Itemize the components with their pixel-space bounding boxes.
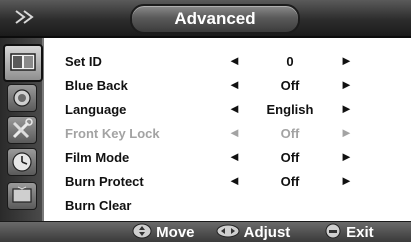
sidebar-item-picture[interactable] bbox=[3, 44, 43, 82]
menu-row-language[interactable]: Language ◄ English ► bbox=[44, 98, 411, 122]
menu-item-value: English bbox=[266, 102, 314, 117]
exit-label: Exit bbox=[346, 224, 374, 241]
menu-item-value: Off bbox=[280, 126, 300, 141]
menu-item-value: 0 bbox=[286, 54, 294, 69]
decrease-arrow-icon[interactable]: ◄ bbox=[228, 149, 241, 164]
decrease-arrow-icon[interactable]: ◄ bbox=[228, 173, 241, 188]
clock-icon bbox=[12, 152, 32, 172]
settings-list: Set ID ◄ 0 ► Blue Back ◄ Off ► Language … bbox=[44, 38, 411, 221]
increase-arrow-icon: ► bbox=[340, 125, 353, 140]
menu-button-icon bbox=[325, 223, 341, 239]
decrease-arrow-icon: ◄ bbox=[228, 125, 241, 140]
menu-row-front-key-lock: Front Key Lock ◄ Off ► bbox=[44, 122, 411, 146]
sidebar-item-timer[interactable] bbox=[7, 148, 37, 176]
tv-screen-icon bbox=[12, 186, 32, 203]
category-sidebar bbox=[0, 38, 44, 221]
increase-arrow-icon[interactable]: ► bbox=[340, 53, 353, 68]
left-right-buttons-icon bbox=[216, 224, 240, 238]
help-bar: Move Adjust Exit bbox=[0, 221, 411, 242]
adjust-label: Adjust bbox=[243, 224, 291, 241]
increase-arrow-icon[interactable]: ► bbox=[340, 101, 353, 116]
title-bar: Advanced bbox=[0, 0, 411, 38]
page-title: Advanced bbox=[130, 4, 300, 34]
menu-row-burn-protect[interactable]: Burn Protect ◄ Off ► bbox=[44, 170, 411, 194]
menu-item-label: Set ID bbox=[65, 54, 102, 69]
picture-icon bbox=[10, 53, 36, 71]
decrease-arrow-icon[interactable]: ◄ bbox=[228, 77, 241, 92]
menu-row-blue-back[interactable]: Blue Back ◄ Off ► bbox=[44, 74, 411, 98]
osd-menu: Advanced Set ID ◄ 0 ► Blue Back ◄ Off ► … bbox=[0, 0, 411, 242]
sound-icon bbox=[13, 89, 31, 107]
menu-item-value: Off bbox=[280, 78, 300, 93]
increase-arrow-icon[interactable]: ► bbox=[340, 77, 353, 92]
increase-arrow-icon[interactable]: ► bbox=[340, 173, 353, 188]
exit-hint: Exit bbox=[324, 223, 374, 242]
decrease-arrow-icon[interactable]: ◄ bbox=[228, 101, 241, 116]
menu-item-label: Burn Protect bbox=[65, 174, 144, 189]
move-hint: Move bbox=[132, 223, 195, 242]
double-chevron-right-icon bbox=[14, 9, 42, 25]
menu-row-film-mode[interactable]: Film Mode ◄ Off ► bbox=[44, 146, 411, 170]
menu-item-label: Burn Clear bbox=[65, 198, 132, 213]
up-down-buttons-icon bbox=[132, 223, 152, 239]
adjust-hint: Adjust bbox=[216, 223, 290, 242]
menu-item-value: Off bbox=[280, 150, 300, 165]
increase-arrow-icon[interactable]: ► bbox=[340, 149, 353, 164]
menu-row-set-id[interactable]: Set ID ◄ 0 ► bbox=[44, 50, 411, 74]
menu-item-label: Language bbox=[65, 102, 127, 117]
decrease-arrow-icon[interactable]: ◄ bbox=[228, 53, 241, 68]
sidebar-item-screen[interactable] bbox=[7, 182, 37, 210]
sidebar-item-setup[interactable] bbox=[7, 116, 37, 144]
menu-item-label: Front Key Lock bbox=[65, 126, 160, 141]
menu-item-label: Film Mode bbox=[65, 150, 130, 165]
sidebar-item-sound[interactable] bbox=[7, 84, 37, 112]
menu-row-burn-clear[interactable]: Burn Clear bbox=[44, 194, 411, 218]
menu-item-value: Off bbox=[280, 174, 300, 189]
move-label: Move bbox=[156, 224, 195, 241]
tools-icon bbox=[12, 118, 33, 139]
menu-item-label: Blue Back bbox=[65, 78, 128, 93]
